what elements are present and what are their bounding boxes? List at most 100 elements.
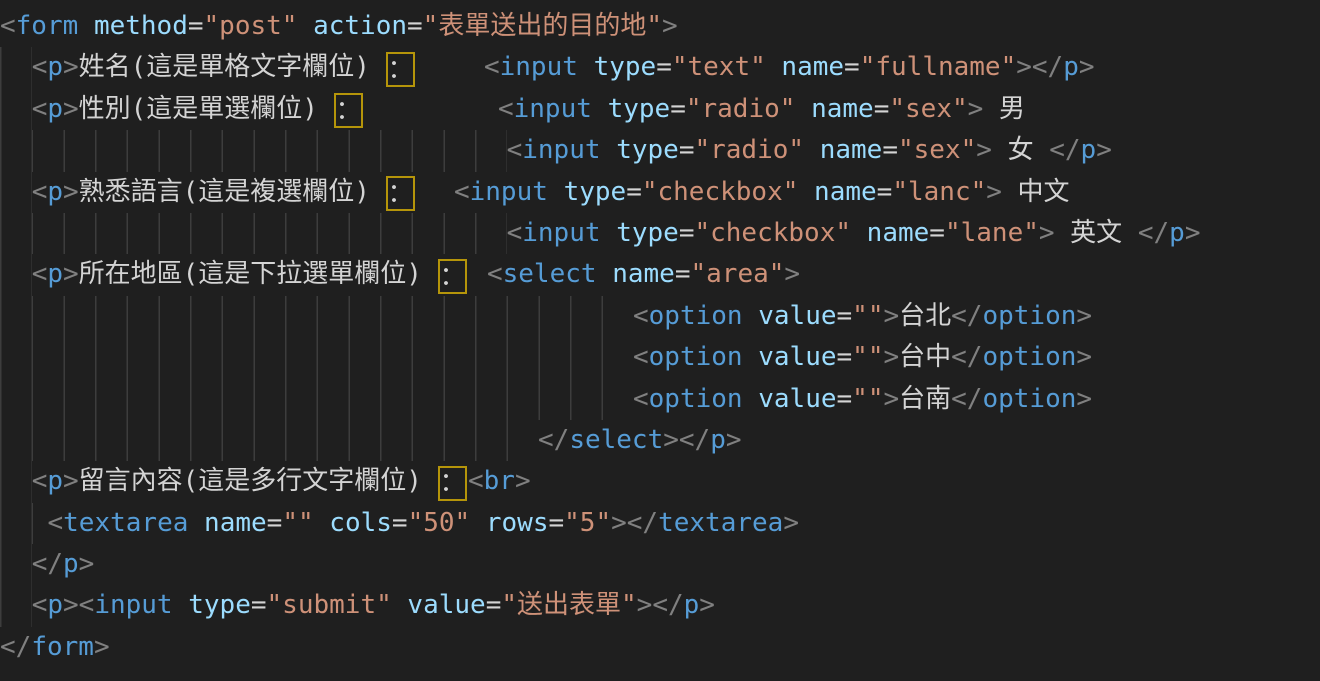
token-punct: > <box>637 585 653 626</box>
token-punct: < <box>633 337 649 378</box>
token-tag: input <box>522 130 600 171</box>
token-str: "radio" <box>686 89 796 130</box>
token-tag: p <box>1063 47 1079 88</box>
token-tag: select <box>569 420 663 461</box>
token-tag: option <box>649 379 743 420</box>
token-punct: > <box>699 585 715 626</box>
token-attr: name <box>811 89 874 130</box>
token-punct: </ <box>32 544 63 585</box>
token-punct: > <box>883 296 899 337</box>
token-punct: </ <box>951 296 982 337</box>
token-punct: < <box>468 461 484 502</box>
token-punct: < <box>507 213 523 254</box>
token-punct: > <box>1079 47 1095 88</box>
token-punct: > <box>94 627 110 668</box>
token-punct: > <box>726 420 742 461</box>
token-attr: action <box>313 6 407 47</box>
token-punct: </ <box>1032 47 1063 88</box>
token-tag: input <box>522 213 600 254</box>
token-plain <box>766 47 782 88</box>
code-line: <textarea name="" cols="50" rows="5"></t… <box>0 503 1320 544</box>
alignment-spacer <box>370 172 386 213</box>
token-attr: type <box>616 130 679 171</box>
token-punct: > <box>63 461 79 502</box>
token-str: "post" <box>204 6 298 47</box>
token-punct: < <box>484 47 500 88</box>
token-tag: input <box>94 585 172 626</box>
token-punct: > <box>79 544 95 585</box>
token-op: = <box>837 296 853 337</box>
code-line: <p>留言內容(這是多行文字欄位)：<br> <box>0 461 1320 502</box>
token-attr: name <box>781 47 844 88</box>
token-attr: type <box>616 213 679 254</box>
token-plain: 姓名(這是單格文字欄位) <box>79 47 370 88</box>
token-tag: option <box>649 296 743 337</box>
token-punct: </ <box>0 627 31 668</box>
token-punct: > <box>63 47 79 88</box>
token-plain: 中文 <box>1002 172 1070 213</box>
token-attr: rows <box>486 503 549 544</box>
token-tag: p <box>1081 130 1097 171</box>
token-punct: > <box>976 130 992 171</box>
token-op: = <box>679 130 695 171</box>
token-str: "area" <box>690 254 784 295</box>
token-plain <box>188 503 204 544</box>
unicode-highlight-box: ： <box>334 93 363 128</box>
indent-guide <box>0 544 32 585</box>
token-str: "text" <box>672 47 766 88</box>
token-plain <box>78 6 94 47</box>
token-punct: > <box>1016 47 1032 88</box>
token-tag: br <box>484 461 515 502</box>
token-tag: option <box>982 296 1076 337</box>
token-punct: < <box>32 585 48 626</box>
token-str: "radio" <box>694 130 804 171</box>
token-punct: > <box>63 172 79 213</box>
token-plain: 台北 <box>899 296 951 337</box>
token-plain <box>597 254 613 295</box>
token-punct: > <box>1096 130 1112 171</box>
token-plain <box>601 213 617 254</box>
code-line: <input type="checkbox" name="lane"> 英文 <… <box>0 213 1320 254</box>
token-plain <box>851 213 867 254</box>
token-plain <box>470 503 486 544</box>
token-attr: type <box>188 585 251 626</box>
token-punct: < <box>498 89 514 130</box>
indent-guide <box>0 337 633 378</box>
alignment-spacer <box>422 461 438 502</box>
code-line: <p>性別(這是單選欄位)：<input type="radio" name="… <box>0 89 1320 130</box>
token-plain <box>314 503 330 544</box>
token-attr: name <box>204 503 267 544</box>
token-op: = <box>670 89 686 130</box>
token-punct: < <box>79 585 95 626</box>
token-op: = <box>626 172 642 213</box>
token-str: "50" <box>408 503 471 544</box>
token-punct: </ <box>679 420 710 461</box>
code-editor[interactable]: <form method="post" action="表單送出的目的地"><p… <box>0 0 1320 681</box>
token-op: = <box>675 254 691 295</box>
indent-guide <box>0 420 538 461</box>
token-str: "submit" <box>267 585 392 626</box>
token-punct: < <box>48 503 64 544</box>
token-attr: cols <box>329 503 392 544</box>
token-plain: 所在地區(這是下拉選單欄位) <box>79 254 422 295</box>
token-tag: input <box>500 47 578 88</box>
token-tag: option <box>982 337 1076 378</box>
token-punct: > <box>611 503 627 544</box>
code-line: <p><input type="submit" value="送出表單"></p… <box>0 585 1320 626</box>
token-attr: type <box>608 89 671 130</box>
token-plain <box>601 130 617 171</box>
code-line: <p>熟悉語言(這是複選欄位)：<input type="checkbox" n… <box>0 172 1320 213</box>
token-str: "5" <box>564 503 611 544</box>
token-attr: name <box>867 213 930 254</box>
token-attr: name <box>612 254 675 295</box>
token-tag: input <box>514 89 592 130</box>
token-str: "checkbox" <box>642 172 799 213</box>
token-punct: > <box>986 172 1002 213</box>
code-line: </select></p> <box>0 420 1320 461</box>
token-punct: < <box>32 47 48 88</box>
token-op: = <box>844 47 860 88</box>
token-str: "表單送出的目的地" <box>423 6 662 47</box>
token-attr: type <box>564 172 627 213</box>
token-punct: </ <box>538 420 569 461</box>
code-line: <input type="radio" name="sex"> 女 </p> <box>0 130 1320 171</box>
